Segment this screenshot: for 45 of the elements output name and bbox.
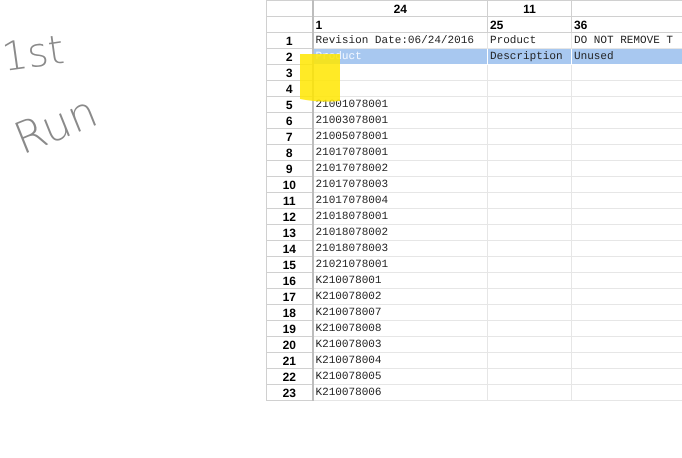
row-header[interactable]: 16 bbox=[266, 272, 312, 288]
table-cell[interactable]: 21018078003 bbox=[312, 240, 488, 256]
row-header[interactable]: 7 bbox=[266, 128, 312, 144]
table-cell[interactable]: 21017078002 bbox=[312, 160, 488, 176]
table-cell[interactable]: K210078005 bbox=[312, 368, 488, 384]
row-header[interactable]: 21 bbox=[266, 352, 312, 368]
row-header[interactable]: 20 bbox=[266, 336, 312, 352]
row-header[interactable]: 18 bbox=[266, 304, 312, 320]
table-cell[interactable]: K210078008 bbox=[312, 320, 488, 336]
handwritten-note: Run bbox=[7, 86, 106, 167]
table-cell[interactable]: 21018078002 bbox=[312, 224, 488, 240]
table-cell[interactable]: 21017078004 bbox=[312, 192, 488, 208]
row-header[interactable]: 1 bbox=[266, 32, 312, 48]
row-header[interactable]: 15 bbox=[266, 256, 312, 272]
row-header[interactable]: 22 bbox=[266, 368, 312, 384]
table-cell[interactable]: K210078004 bbox=[312, 352, 488, 368]
row-header[interactable]: 14 bbox=[266, 240, 312, 256]
row-header[interactable]: 8 bbox=[266, 144, 312, 160]
table-cell[interactable]: 21005078001 bbox=[312, 128, 488, 144]
row-header[interactable]: 12 bbox=[266, 208, 312, 224]
table-cell[interactable]: K210078007 bbox=[312, 304, 488, 320]
table-cell[interactable]: 21017078001 bbox=[312, 144, 488, 160]
row-header[interactable]: 11 bbox=[266, 192, 312, 208]
column-header[interactable]: 25 bbox=[488, 16, 572, 32]
table-cell[interactable]: Unused bbox=[572, 48, 682, 64]
column-header[interactable]: 1 bbox=[312, 16, 488, 32]
handwritten-note: 1st bbox=[0, 26, 68, 82]
table-cell[interactable]: K210078001 bbox=[312, 272, 488, 288]
table-cell[interactable]: 21017078003 bbox=[312, 176, 488, 192]
row-header[interactable]: 13 bbox=[266, 224, 312, 240]
row-header[interactable]: 19 bbox=[266, 320, 312, 336]
row-header[interactable]: 9 bbox=[266, 160, 312, 176]
table-cell[interactable]: K210078006 bbox=[312, 384, 488, 400]
table-cell[interactable]: K210078002 bbox=[312, 288, 488, 304]
table-cell[interactable]: 21021078001 bbox=[312, 256, 488, 272]
row-header[interactable]: 6 bbox=[266, 112, 312, 128]
table-cell[interactable]: 21003078001 bbox=[312, 112, 488, 128]
table-cell[interactable]: K210078003 bbox=[312, 336, 488, 352]
column-header[interactable]: 11 bbox=[488, 0, 572, 16]
row-header[interactable]: 23 bbox=[266, 384, 312, 400]
table-cell[interactable]: Description bbox=[488, 48, 572, 64]
column-header[interactable]: 24 bbox=[312, 0, 488, 16]
table-cell[interactable]: 21018078001 bbox=[312, 208, 488, 224]
row-header[interactable]: 10 bbox=[266, 176, 312, 192]
row-header[interactable]: 17 bbox=[266, 288, 312, 304]
